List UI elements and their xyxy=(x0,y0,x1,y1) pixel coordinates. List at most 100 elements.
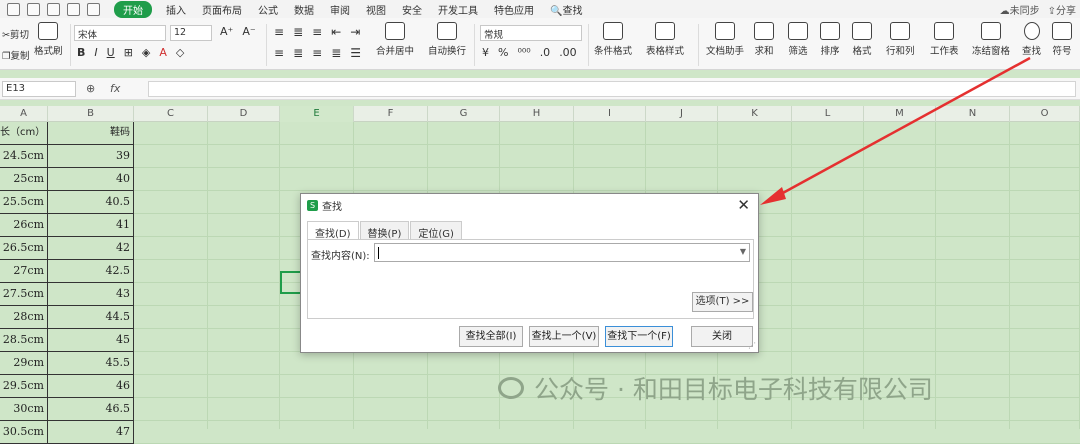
cell-a[interactable]: 26cm xyxy=(0,214,48,237)
column-header-f[interactable]: F xyxy=(354,106,428,122)
column-header-m[interactable]: M xyxy=(864,106,936,122)
cut-button[interactable]: ✂剪切 xyxy=(2,27,29,41)
wrap-text-button[interactable]: 自动换行 xyxy=(428,22,466,57)
preview-icon[interactable] xyxy=(47,2,60,16)
column-header-n[interactable]: N xyxy=(936,106,1010,122)
cell-a[interactable]: 29.5cm xyxy=(0,375,48,398)
cell-b[interactable]: 42 xyxy=(48,237,134,260)
tab-insert[interactable]: 插入 xyxy=(158,2,194,17)
font-shrink-icon[interactable]: A⁻ xyxy=(242,25,255,38)
cell-b[interactable]: 40.5 xyxy=(48,191,134,214)
tab-view[interactable]: 视图 xyxy=(358,2,394,17)
clear-format-icon[interactable]: ◇ xyxy=(176,46,184,59)
italic-icon[interactable]: I xyxy=(94,46,97,59)
cell-b[interactable]: 44.5 xyxy=(48,306,134,329)
column-header-l[interactable]: L xyxy=(792,106,864,122)
cell-b[interactable]: 45.5 xyxy=(48,352,134,375)
filter-button[interactable]: 筛选 xyxy=(788,22,808,57)
close-icon[interactable]: ✕ xyxy=(737,196,750,214)
tab-security[interactable]: 安全 xyxy=(394,2,430,17)
sum-button[interactable]: 求和 xyxy=(754,22,774,57)
align-left-icon[interactable]: ≡ xyxy=(274,46,284,60)
percent-icon[interactable]: % xyxy=(498,46,508,59)
formula-input[interactable] xyxy=(148,81,1076,97)
number-format-select[interactable]: 常规 xyxy=(480,25,582,41)
cell-b[interactable]: 47 xyxy=(48,421,134,444)
cell-b[interactable]: 46.5 xyxy=(48,398,134,421)
find-all-button[interactable]: 查找全部(I) xyxy=(459,326,523,347)
distribute-icon[interactable]: ☰ xyxy=(350,46,361,60)
cell-a[interactable]: 27cm xyxy=(0,260,48,283)
tab-page-layout[interactable]: 页面布局 xyxy=(194,2,250,17)
align-center-icon[interactable]: ≣ xyxy=(293,46,303,60)
merge-center-button[interactable]: 合并居中 xyxy=(376,22,414,57)
column-header-d[interactable]: D xyxy=(208,106,280,122)
tab-review[interactable]: 审阅 xyxy=(322,2,358,17)
align-middle-icon[interactable]: ≣ xyxy=(293,25,303,39)
column-header-i[interactable]: I xyxy=(574,106,646,122)
fill-color-icon[interactable]: ◈ xyxy=(142,46,150,59)
increase-decimal-icon[interactable]: .0 xyxy=(540,46,551,59)
worksheet-button[interactable]: 工作表 xyxy=(930,22,959,57)
cell-a[interactable]: 长（cm） xyxy=(0,122,48,145)
save-icon[interactable] xyxy=(7,2,20,16)
align-right-icon[interactable]: ≡ xyxy=(312,46,322,60)
format-painter-button[interactable]: 格式刷 xyxy=(34,22,63,57)
column-header-b[interactable]: B xyxy=(48,106,134,122)
sync-status[interactable]: ☁未同步 xyxy=(1000,2,1040,17)
find-previous-button[interactable]: 查找上一个(V) xyxy=(529,326,599,347)
tab-formulas[interactable]: 公式 xyxy=(250,2,286,17)
redo-icon[interactable] xyxy=(87,2,100,16)
tab-home[interactable]: 开始 xyxy=(114,0,152,18)
cell-b[interactable]: 46 xyxy=(48,375,134,398)
border-icon[interactable]: ⊞ xyxy=(124,46,133,59)
column-header-a[interactable]: A xyxy=(0,106,48,122)
font-color-icon[interactable]: A xyxy=(159,46,167,59)
table-style-button[interactable]: 表格样式 xyxy=(646,22,684,57)
cell-b[interactable]: 41 xyxy=(48,214,134,237)
cell-b[interactable]: 42.5 xyxy=(48,260,134,283)
cell-a[interactable]: 25.5cm xyxy=(0,191,48,214)
cell-b[interactable]: 43 xyxy=(48,283,134,306)
cell-b[interactable]: 鞋码 xyxy=(48,122,134,145)
underline-icon[interactable]: U xyxy=(107,46,115,59)
zoom-icon[interactable]: ⊕ xyxy=(86,82,95,95)
sort-button[interactable]: 排序 xyxy=(820,22,840,57)
find-input[interactable]: ▼ xyxy=(374,243,750,262)
conditional-format-button[interactable]: 条件格式 xyxy=(594,22,632,57)
freeze-panes-button[interactable]: 冻结窗格 xyxy=(972,22,1010,57)
font-grow-icon[interactable]: A⁺ xyxy=(220,25,233,38)
currency-icon[interactable]: ¥ xyxy=(482,46,489,59)
tab-data[interactable]: 数据 xyxy=(286,2,322,17)
fx-icon[interactable]: fx xyxy=(110,82,120,95)
font-size-select[interactable]: 12 xyxy=(170,25,212,41)
resize-grip-icon[interactable]: ⋰ xyxy=(748,341,756,350)
justify-icon[interactable]: ≣ xyxy=(331,46,341,60)
bold-icon[interactable]: B xyxy=(77,46,85,59)
column-header-j[interactable]: J xyxy=(646,106,718,122)
column-header-o[interactable]: O xyxy=(1010,106,1080,122)
column-header-g[interactable]: G xyxy=(428,106,500,122)
symbol-button[interactable]: 符号 xyxy=(1052,22,1072,57)
print-icon[interactable] xyxy=(27,2,40,16)
cell-b[interactable]: 40 xyxy=(48,168,134,191)
align-bottom-icon[interactable]: ≡ xyxy=(312,25,322,39)
cell-b[interactable]: 39 xyxy=(48,145,134,168)
cell-a[interactable]: 27.5cm xyxy=(0,283,48,306)
align-top-icon[interactable]: ≡ xyxy=(274,25,284,39)
cell-a[interactable]: 30.5cm xyxy=(0,421,48,444)
share-button[interactable]: ⇪分享 xyxy=(1048,2,1076,17)
undo-icon[interactable] xyxy=(67,2,80,16)
find-button[interactable]: 查找 xyxy=(1022,22,1041,57)
cell-a[interactable]: 28cm xyxy=(0,306,48,329)
cell-a[interactable]: 25cm xyxy=(0,168,48,191)
cell-b[interactable]: 45 xyxy=(48,329,134,352)
cell-a[interactable]: 30cm xyxy=(0,398,48,421)
column-header-e[interactable]: E xyxy=(280,106,354,122)
column-header-h[interactable]: H xyxy=(500,106,574,122)
doc-assistant-button[interactable]: 文档助手 xyxy=(706,22,744,57)
name-box[interactable]: E13 xyxy=(2,81,76,97)
options-button[interactable]: 选项(T) >> xyxy=(692,292,753,312)
menu-search[interactable]: 🔍查找 xyxy=(542,2,590,17)
decrease-decimal-icon[interactable]: .00 xyxy=(559,46,577,59)
